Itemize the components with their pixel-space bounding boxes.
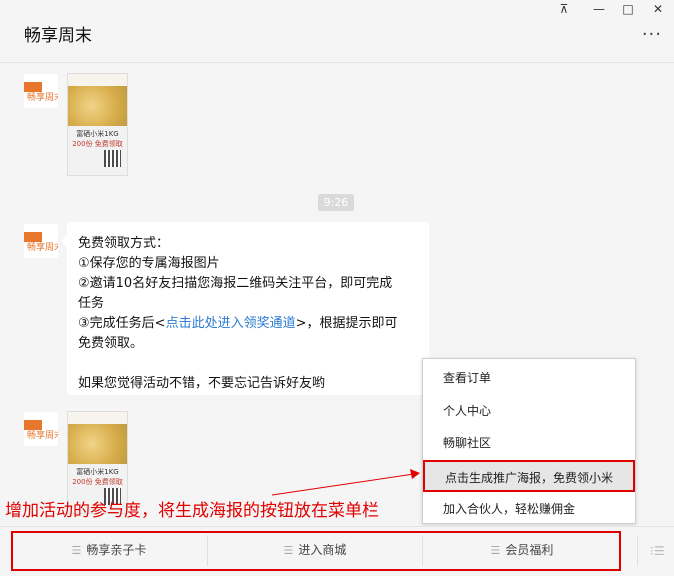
menu-item-community[interactable]: 畅聊社区 bbox=[423, 427, 635, 459]
poster-title: 富硒小米1KG bbox=[76, 468, 119, 476]
message-line: 免费领取方式： bbox=[78, 236, 170, 251]
qr-code-icon bbox=[104, 150, 121, 167]
message-bubble: 免费领取方式： ①保存您的专属海报图片 ②邀请10名好友扫描您海报二维码关注平台… bbox=[61, 222, 429, 395]
reward-channel-link[interactable]: 点击此处进入领奖通道 bbox=[166, 316, 296, 331]
keyboard-switch-icon[interactable]: ⁝☰ bbox=[650, 544, 665, 558]
close-button[interactable]: ✕ bbox=[649, 2, 667, 16]
poster-subtitle: 200份 免费领取 bbox=[72, 140, 123, 148]
avatar-text: 畅享周末 bbox=[27, 93, 58, 103]
message-line: 免费领取。 bbox=[78, 336, 144, 351]
message-line: ②邀请10名好友扫描您海报二维码关注平台，即可完成 bbox=[78, 276, 393, 291]
poster-rice-image bbox=[68, 424, 127, 464]
poster-subtitle: 200份 免费领取 bbox=[72, 478, 123, 486]
avatar[interactable]: 畅享周末 bbox=[24, 224, 58, 258]
message-text: ③完成任务后< bbox=[78, 316, 166, 331]
annotation-text: 增加活动的参与度，将生成海报的按钮放在菜单栏 bbox=[5, 501, 379, 521]
poster-image[interactable]: 富硒小米1KG 200份 免费领取 bbox=[67, 73, 128, 176]
chat-title: 畅享周末 bbox=[24, 26, 92, 46]
poster-top bbox=[68, 412, 127, 424]
poster-title: 富硒小米1KG bbox=[76, 130, 119, 138]
menu-item-orders[interactable]: 查看订单 bbox=[423, 362, 635, 394]
poster-top bbox=[68, 74, 127, 86]
message-text: >，根据提示即可 bbox=[295, 316, 398, 331]
poster-rice-image bbox=[68, 86, 127, 126]
pin-icon[interactable]: ⊼ bbox=[555, 2, 573, 16]
avatar-text: 畅享周末 bbox=[27, 243, 58, 253]
message-line: 如果您觉得活动不错，不要忘记告诉好友哟 bbox=[78, 376, 326, 391]
avatar-text: 畅享周末 bbox=[27, 431, 58, 441]
message-line: ③完成任务后<点击此处进入领奖通道>，根据提示即可 bbox=[78, 312, 397, 331]
popup-menu: 查看订单 个人中心 畅聊社区 点击生成推广海报，免费领小米 加入合伙人，轻松赚佣… bbox=[422, 358, 636, 524]
menu-item-profile[interactable]: 个人中心 bbox=[423, 395, 635, 427]
timestamp: 9:26 bbox=[318, 194, 354, 211]
message-line: ①保存您的专属海报图片 bbox=[78, 256, 220, 271]
menu-item-partner[interactable]: 加入合伙人，轻松赚佣金 bbox=[423, 493, 635, 525]
menu-item-generate-poster[interactable]: 点击生成推广海报，免费领小米 bbox=[423, 460, 635, 492]
highlight-box bbox=[11, 531, 621, 571]
avatar[interactable]: 畅享周末 bbox=[24, 74, 58, 108]
more-options-button[interactable]: ··· bbox=[642, 24, 662, 45]
divider bbox=[637, 535, 638, 566]
avatar[interactable]: 畅享周末 bbox=[24, 412, 58, 446]
maximize-button[interactable]: □ bbox=[619, 2, 637, 16]
message-line: 任务 bbox=[78, 296, 105, 311]
minimize-button[interactable]: — bbox=[590, 2, 608, 16]
